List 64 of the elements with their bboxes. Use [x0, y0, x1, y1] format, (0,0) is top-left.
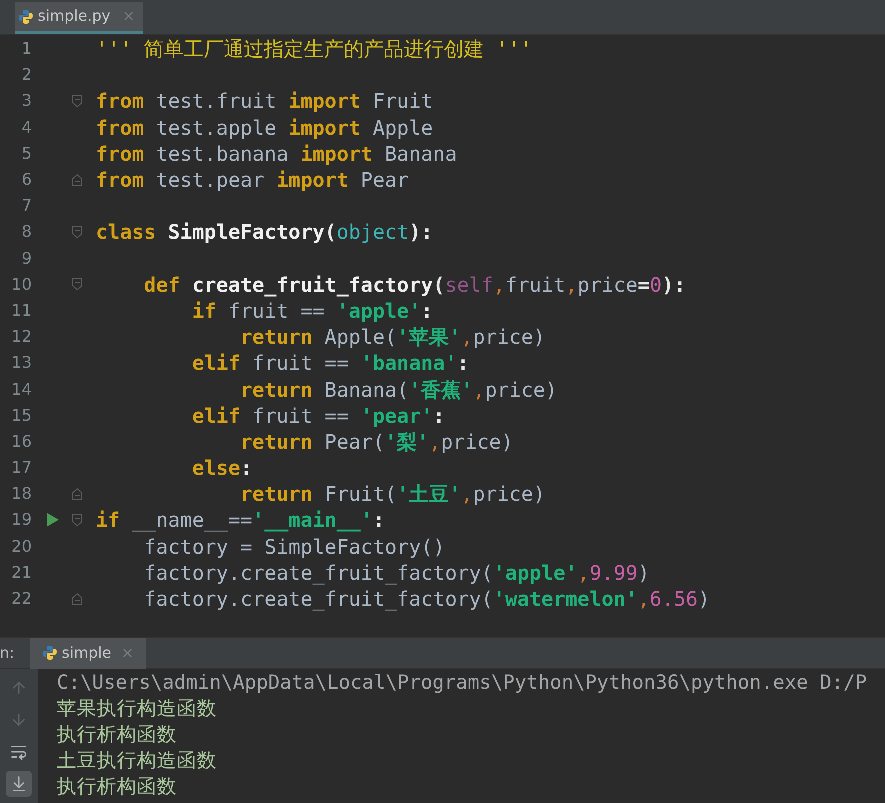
code-line: return Fruit('土豆',price) [239, 481, 546, 508]
fold-marker-icon[interactable] [72, 226, 83, 239]
line-number: 2 [20, 64, 32, 86]
code-line: factory.create_fruit_factory('apple',9.99) [143, 560, 650, 586]
line-number: 8 [20, 221, 32, 244]
scroll-to-end-icon [10, 775, 28, 794]
line-number: 6 [20, 169, 32, 192]
code-line: if __name__=='__main__': [96, 507, 386, 534]
line-number: 19 [10, 509, 32, 532]
editor-tab[interactable]: simple.py × [15, 2, 144, 34]
line-number: 20 [10, 536, 32, 558]
line-number: 7 [20, 195, 32, 218]
code-line: if fruit == 'apple': [191, 298, 434, 324]
code-line: return Banana('香蕉',price) [239, 376, 558, 403]
line-number: 13 [10, 352, 32, 374]
line-number: 10 [10, 274, 32, 296]
fold-marker-icon[interactable] [72, 278, 83, 292]
console-line: 执行析构函数 [57, 722, 178, 748]
fold-marker-icon[interactable] [72, 514, 83, 527]
code-line: elif fruit == 'banana': [191, 350, 470, 376]
code-line: return Pear('梨',price) [239, 428, 514, 455]
console-line: C:\Users\admin\AppData\Local\Programs\Python\Python36\python.exe D:/P [57, 670, 868, 696]
line-number: 18 [10, 483, 32, 506]
line-number: 9 [20, 248, 32, 270]
line-number: 14 [10, 378, 32, 401]
panel-label: n: [0, 642, 16, 664]
line-number: 15 [10, 404, 32, 427]
code-line: from test.banana import Banana [96, 140, 458, 167]
line-number: 5 [20, 142, 32, 165]
python-file-icon [18, 8, 34, 24]
tab-label: simple [62, 642, 112, 664]
code-line: factory = SimpleFactory() [143, 534, 446, 560]
line-number: 3 [20, 90, 32, 112]
tab-label: simple.py [38, 6, 111, 28]
code-line: from test.apple import Apple [96, 114, 434, 141]
console-line: 土豆执行构造函数 [57, 748, 218, 774]
run-tab[interactable]: simple × [30, 638, 146, 669]
line-number: 22 [10, 588, 32, 610]
code-line: elif fruit == 'pear': [191, 402, 446, 429]
code-line: factory.create_fruit_factory('watermelon',6.56) [143, 586, 710, 612]
line-number: 4 [20, 116, 32, 139]
console-line: 执行析构函数 [57, 774, 178, 800]
fold-marker-icon[interactable] [72, 488, 83, 501]
code-line: def create_fruit_factory(self,fruit,price=0): [143, 272, 686, 298]
console-line: 苹果执行构造函数 [57, 696, 218, 722]
line-number: 11 [10, 300, 32, 322]
fold-marker-icon[interactable] [72, 592, 83, 606]
fold-marker-icon[interactable] [72, 174, 83, 187]
code-line: from test.fruit import Fruit [96, 88, 434, 114]
code-line: return Apple('苹果',price) [239, 324, 546, 350]
code-line: from test.pear import Pear [96, 167, 410, 194]
line-number: 12 [10, 326, 32, 348]
python-file-icon [42, 645, 58, 662]
fold-marker-icon[interactable] [72, 94, 83, 108]
run-icon[interactable] [47, 513, 59, 528]
code-line: ''' 简单工厂通过指定生产的产品进行创建 ''' [96, 36, 532, 62]
soft-wrap-icon [10, 743, 28, 762]
code-line: else: [191, 455, 253, 482]
line-number: 21 [10, 562, 32, 584]
line-number: 16 [10, 430, 32, 453]
line-number: 1 [20, 38, 32, 60]
code-line: class SimpleFactory(object): [96, 219, 434, 246]
line-number: 17 [10, 457, 32, 480]
tool-button[interactable] [6, 771, 32, 798]
